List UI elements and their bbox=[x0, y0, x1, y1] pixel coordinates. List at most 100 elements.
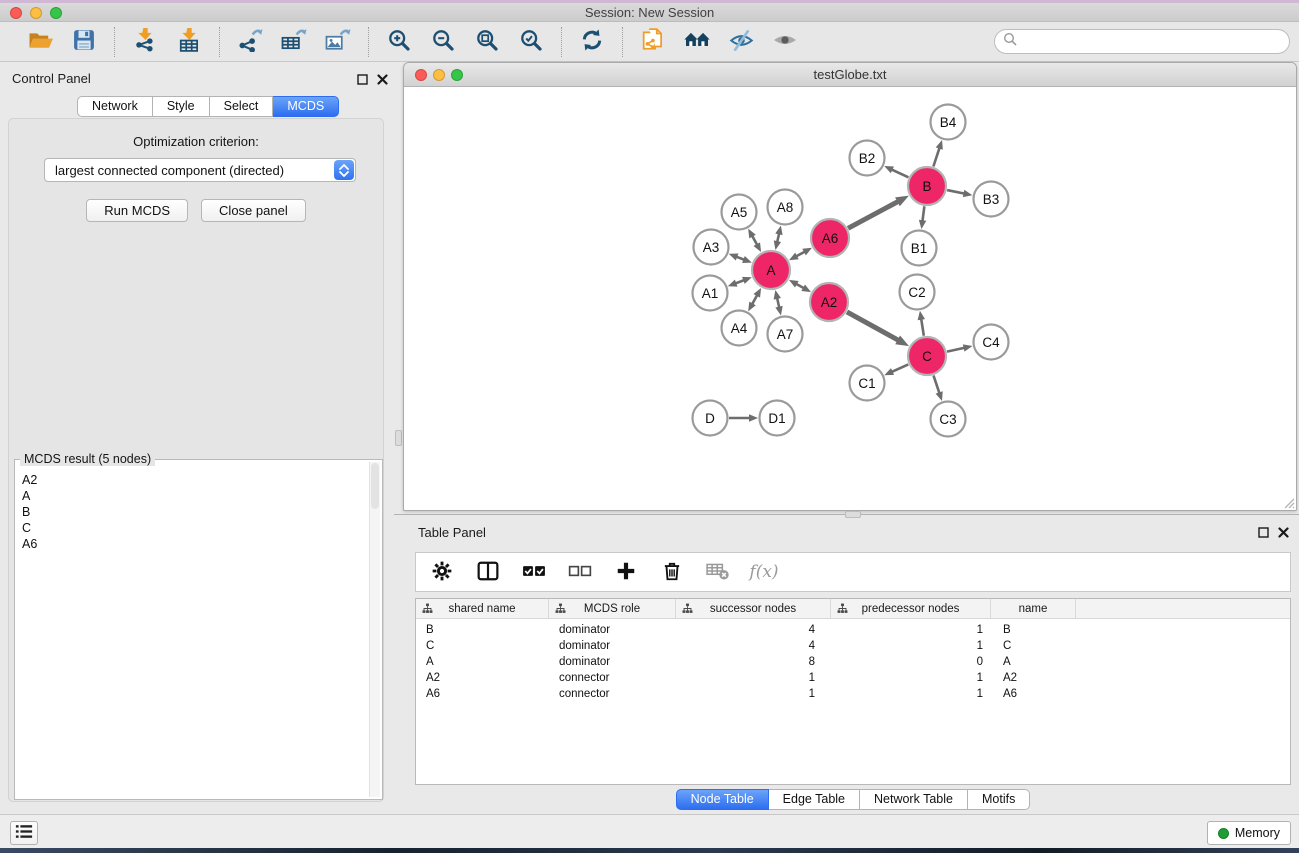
graph-edge-D-D1[interactable] bbox=[729, 414, 758, 422]
mcds-result-item[interactable]: A2 bbox=[22, 472, 368, 488]
graph-edge-C-C2[interactable] bbox=[918, 311, 925, 336]
graph-edge-B-B2[interactable] bbox=[884, 166, 908, 177]
graph-node-C[interactable]: C bbox=[908, 337, 946, 375]
tab-select[interactable]: Select bbox=[210, 96, 274, 117]
graph-edge-A-A4[interactable] bbox=[748, 288, 761, 311]
graph-node-B3[interactable]: B3 bbox=[974, 182, 1009, 217]
tab-edge-table[interactable]: Edge Table bbox=[769, 789, 860, 810]
new-network-from-selection-button[interactable] bbox=[635, 26, 671, 58]
add-column-button[interactable] bbox=[608, 556, 644, 588]
graph-edge-C-C1[interactable] bbox=[884, 364, 908, 375]
graph-node-B[interactable]: B bbox=[908, 167, 946, 205]
control-panel-float-button[interactable] bbox=[355, 72, 369, 86]
network-window-titlebar[interactable]: testGlobe.txt bbox=[404, 63, 1296, 87]
graph-node-A3[interactable]: A3 bbox=[694, 230, 729, 265]
graph-node-B1[interactable]: B1 bbox=[902, 231, 937, 266]
graph-edge-A-A1[interactable] bbox=[728, 277, 752, 287]
table-panel-close-icon[interactable] bbox=[1276, 525, 1290, 539]
column-header-shared-name[interactable]: shared name bbox=[416, 599, 549, 618]
memory-button[interactable]: Memory bbox=[1207, 821, 1291, 845]
import-network-from-file-button[interactable] bbox=[127, 26, 163, 58]
graph-edge-A-A5[interactable] bbox=[748, 229, 761, 252]
table-row[interactable]: Bdominator41B bbox=[416, 622, 1290, 638]
vertical-splitter-handle[interactable] bbox=[395, 430, 402, 446]
tab-mcds[interactable]: MCDS bbox=[273, 96, 339, 117]
show-graphics-details-button[interactable] bbox=[767, 26, 803, 58]
graph-node-D1[interactable]: D1 bbox=[760, 401, 795, 436]
graph-node-B4[interactable]: B4 bbox=[931, 105, 966, 140]
control-panel-close-icon[interactable] bbox=[375, 72, 389, 86]
graph-node-A5[interactable]: A5 bbox=[722, 195, 757, 230]
table-panel-float-button[interactable] bbox=[1256, 525, 1270, 539]
table-row[interactable]: A2connector11A2 bbox=[416, 670, 1290, 686]
import-table-from-file-button[interactable] bbox=[171, 26, 207, 58]
hide-graphics-details-button[interactable] bbox=[723, 26, 759, 58]
graph-node-A1[interactable]: A1 bbox=[693, 276, 728, 311]
run-mcds-button[interactable]: Run MCDS bbox=[86, 199, 188, 222]
graph-node-C4[interactable]: C4 bbox=[974, 325, 1009, 360]
table-row[interactable]: A6connector11A6 bbox=[416, 686, 1290, 702]
graph-node-A6[interactable]: A6 bbox=[811, 219, 849, 257]
graph-edge-A-A2[interactable] bbox=[789, 280, 811, 292]
select-all-columns-button[interactable] bbox=[516, 556, 552, 588]
tab-motifs[interactable]: Motifs bbox=[968, 789, 1030, 810]
mcds-scrollbar[interactable] bbox=[369, 462, 380, 797]
tab-network[interactable]: Network bbox=[77, 96, 153, 117]
main-titlebar[interactable]: Session: New Session bbox=[0, 3, 1299, 22]
task-history-button[interactable] bbox=[10, 821, 38, 845]
graph-node-C2[interactable]: C2 bbox=[900, 275, 935, 310]
graph-node-A4[interactable]: A4 bbox=[722, 311, 757, 346]
graph-node-B2[interactable]: B2 bbox=[850, 141, 885, 176]
tab-node-table[interactable]: Node Table bbox=[676, 789, 769, 810]
graph-node-C1[interactable]: C1 bbox=[850, 366, 885, 401]
split-columns-button[interactable] bbox=[470, 556, 506, 588]
search-box[interactable] bbox=[994, 29, 1290, 54]
graph-node-C3[interactable]: C3 bbox=[931, 402, 966, 437]
table-row[interactable]: Adominator80A bbox=[416, 654, 1290, 670]
resize-grip-icon[interactable] bbox=[1281, 495, 1295, 509]
houses-button[interactable] bbox=[679, 26, 715, 58]
delete-table-button[interactable] bbox=[700, 556, 736, 588]
graph-edge-A-A6[interactable] bbox=[789, 248, 812, 260]
table-settings-button[interactable] bbox=[424, 556, 460, 588]
column-header-successor-nodes[interactable]: successor nodes bbox=[676, 599, 831, 618]
save-session-button[interactable] bbox=[66, 26, 102, 58]
mcds-result-item[interactable]: B bbox=[22, 504, 368, 520]
column-header-mcds-role[interactable]: MCDS role bbox=[549, 599, 676, 618]
deselect-all-columns-button[interactable] bbox=[562, 556, 598, 588]
criterion-dropdown[interactable]: largest connected component (directed) bbox=[44, 158, 356, 182]
column-header-predecessor-nodes[interactable]: predecessor nodes bbox=[831, 599, 991, 618]
export-table-button[interactable] bbox=[276, 26, 312, 58]
export-image-button[interactable] bbox=[320, 26, 356, 58]
graph-edge-B-B3[interactable] bbox=[947, 190, 972, 197]
graph-edge-A6-B[interactable] bbox=[848, 196, 909, 229]
table-row[interactable]: Cdominator41C bbox=[416, 638, 1290, 654]
apply-preferred-layout-button[interactable] bbox=[574, 26, 610, 58]
graph-edge-B-B4[interactable] bbox=[933, 140, 942, 166]
zoom-in-button[interactable] bbox=[381, 26, 417, 58]
zoom-selected-button[interactable] bbox=[513, 26, 549, 58]
mcds-result-item[interactable]: A6 bbox=[22, 536, 368, 552]
open-session-button[interactable] bbox=[22, 26, 58, 58]
network-graph[interactable]: B4B2BB3A8A5A6A3B1AC2A1A2A4A7C4CC1C3DD1 bbox=[404, 88, 1296, 510]
tab-network-table[interactable]: Network Table bbox=[860, 789, 968, 810]
zoom-fit-content-button[interactable] bbox=[469, 26, 505, 58]
graph-edge-A2-C[interactable] bbox=[847, 312, 909, 346]
graph-edge-A-A7[interactable] bbox=[774, 290, 783, 315]
graph-node-A[interactable]: A bbox=[752, 251, 790, 289]
graph-node-A7[interactable]: A7 bbox=[768, 317, 803, 352]
tab-style[interactable]: Style bbox=[153, 96, 210, 117]
graph-edge-B-B1[interactable] bbox=[919, 206, 926, 229]
graph-edge-C-C4[interactable] bbox=[947, 344, 972, 351]
network-canvas[interactable]: B4B2BB3A8A5A6A3B1AC2A1A2A4A7C4CC1C3DD1 bbox=[404, 88, 1296, 510]
export-network-button[interactable] bbox=[232, 26, 268, 58]
graph-edge-A-A8[interactable] bbox=[774, 226, 783, 250]
graph-node-D[interactable]: D bbox=[693, 401, 728, 436]
search-input[interactable] bbox=[1021, 32, 1289, 52]
graph-edge-C-C3[interactable] bbox=[933, 375, 942, 401]
network-view-window[interactable]: testGlobe.txt B4B2BB3A8A5A6A3B1AC2A1A2A4… bbox=[403, 62, 1297, 511]
column-header-name[interactable]: name bbox=[991, 599, 1076, 618]
mcds-result-item[interactable]: A bbox=[22, 488, 368, 504]
graph-edge-A-A3[interactable] bbox=[729, 254, 752, 263]
mcds-result-item[interactable]: C bbox=[22, 520, 368, 536]
